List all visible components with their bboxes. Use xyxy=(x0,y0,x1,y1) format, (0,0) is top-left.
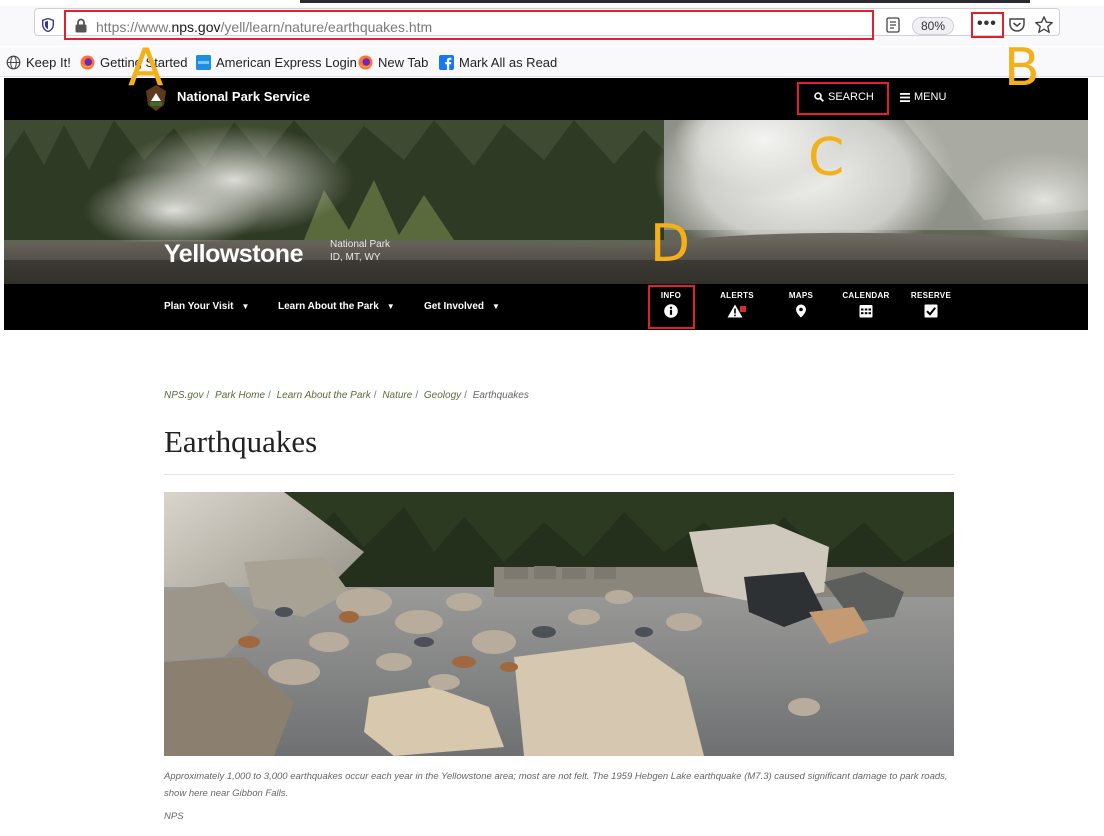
caret-down-icon: ▼ xyxy=(492,302,500,311)
quick-link-reserve[interactable]: RESERVE xyxy=(901,291,961,318)
bookmark-american-express[interactable]: American Express Login xyxy=(196,55,357,70)
quick-link-label: MAPS xyxy=(788,291,814,300)
nps-site-title[interactable]: National Park Service xyxy=(177,89,310,104)
firefox-icon xyxy=(358,55,373,70)
rockfall-road-image xyxy=(164,492,954,756)
breadcrumb-separator: / xyxy=(206,390,210,401)
breadcrumb-separator: / xyxy=(373,390,377,401)
annotation-label-a: A xyxy=(128,38,164,98)
breadcrumb-link[interactable]: Learn About the Park xyxy=(277,390,371,401)
bookmark-label: American Express Login xyxy=(216,55,357,70)
page-title: Earthquakes xyxy=(164,424,318,459)
quick-link-calendar[interactable]: CALENDAR xyxy=(836,291,896,318)
annotation-label-b: B xyxy=(1004,38,1040,98)
park-type: National Park xyxy=(330,239,391,250)
quick-link-label: ALERTS xyxy=(720,291,754,300)
breadcrumb-current: Earthquakes xyxy=(472,390,529,401)
quick-link-label: RESERVE xyxy=(910,291,952,300)
title-divider xyxy=(164,474,954,475)
annotation-label-c: C xyxy=(808,128,845,188)
quick-link-alerts[interactable]: ALERTS xyxy=(707,291,767,318)
annotation-label-d: D xyxy=(650,214,691,274)
reader-view-icon[interactable] xyxy=(886,17,900,33)
nav-label: Plan Your Visit xyxy=(164,301,234,312)
caret-down-icon: ▼ xyxy=(386,302,395,311)
annotation-box-address-bar xyxy=(64,10,874,40)
breadcrumb-separator: / xyxy=(415,390,419,401)
map-pin-icon xyxy=(796,304,806,318)
park-name[interactable]: Yellowstone xyxy=(164,240,303,269)
menu-label: MENU xyxy=(914,91,947,103)
pocket-icon[interactable] xyxy=(1008,17,1026,34)
nav-label: Get Involved xyxy=(424,301,485,312)
quick-link-label: CALENDAR xyxy=(842,291,890,300)
bookmark-label: Mark All as Read xyxy=(459,55,558,70)
nav-get-involved[interactable]: Get Involved ▼ xyxy=(424,301,500,312)
globe-icon xyxy=(6,55,21,70)
bookmark-label: New Tab xyxy=(378,55,429,70)
alert-warning-icon xyxy=(727,304,746,318)
breadcrumb-link[interactable]: NPS.gov xyxy=(164,390,203,401)
caret-down-icon: ▼ xyxy=(241,302,250,311)
bookmark-mark-all-as-read[interactable]: Mark All as Read xyxy=(439,55,557,70)
bookmark-star-icon[interactable] xyxy=(1034,15,1054,35)
nav-label: Learn About the Park xyxy=(278,301,379,312)
tracking-protection-shield-icon[interactable] xyxy=(42,18,54,32)
bookmark-keep-it[interactable]: Keep It! xyxy=(6,55,71,70)
zoom-level-button[interactable]: 80% xyxy=(912,17,954,35)
annotation-box-info xyxy=(648,285,695,329)
breadcrumb: NPS.gov / Park Home / Learn About the Park… xyxy=(164,390,529,401)
photo-caption: Approximately 1,000 to 3,000 earthquakes… xyxy=(164,771,948,799)
firefox-icon xyxy=(80,55,95,70)
breadcrumb-link[interactable]: Park Home xyxy=(215,390,265,401)
breadcrumb-link[interactable]: Nature xyxy=(382,390,412,401)
checkbox-checked-icon xyxy=(924,304,938,318)
photo-credit: NPS xyxy=(164,811,184,822)
amex-icon xyxy=(196,55,211,70)
bookmark-label: Keep It! xyxy=(26,55,71,70)
tab-strip-edge xyxy=(300,0,1030,3)
facebook-icon xyxy=(439,55,454,70)
park-states: ID, MT, WY xyxy=(330,252,381,263)
breadcrumb-link[interactable]: Geology xyxy=(424,390,461,401)
park-designation: National Park ID, MT, WY xyxy=(330,238,390,264)
nav-plan-your-visit[interactable]: Plan Your Visit ▼ xyxy=(164,301,249,312)
quick-link-maps[interactable]: MAPS xyxy=(771,291,831,318)
hamburger-menu-icon xyxy=(900,92,910,102)
bookmark-new-tab[interactable]: New Tab xyxy=(358,55,428,70)
breadcrumb-separator: / xyxy=(268,390,271,401)
annotation-box-page-actions xyxy=(971,12,1004,38)
calendar-icon xyxy=(859,305,873,318)
breadcrumb-separator: / xyxy=(464,390,467,401)
earthquake-damage-photo xyxy=(164,492,954,756)
annotation-box-search xyxy=(797,82,889,115)
nav-learn-about-the-park[interactable]: Learn About the Park ▼ xyxy=(278,301,395,312)
menu-button[interactable]: MENU xyxy=(900,91,946,103)
